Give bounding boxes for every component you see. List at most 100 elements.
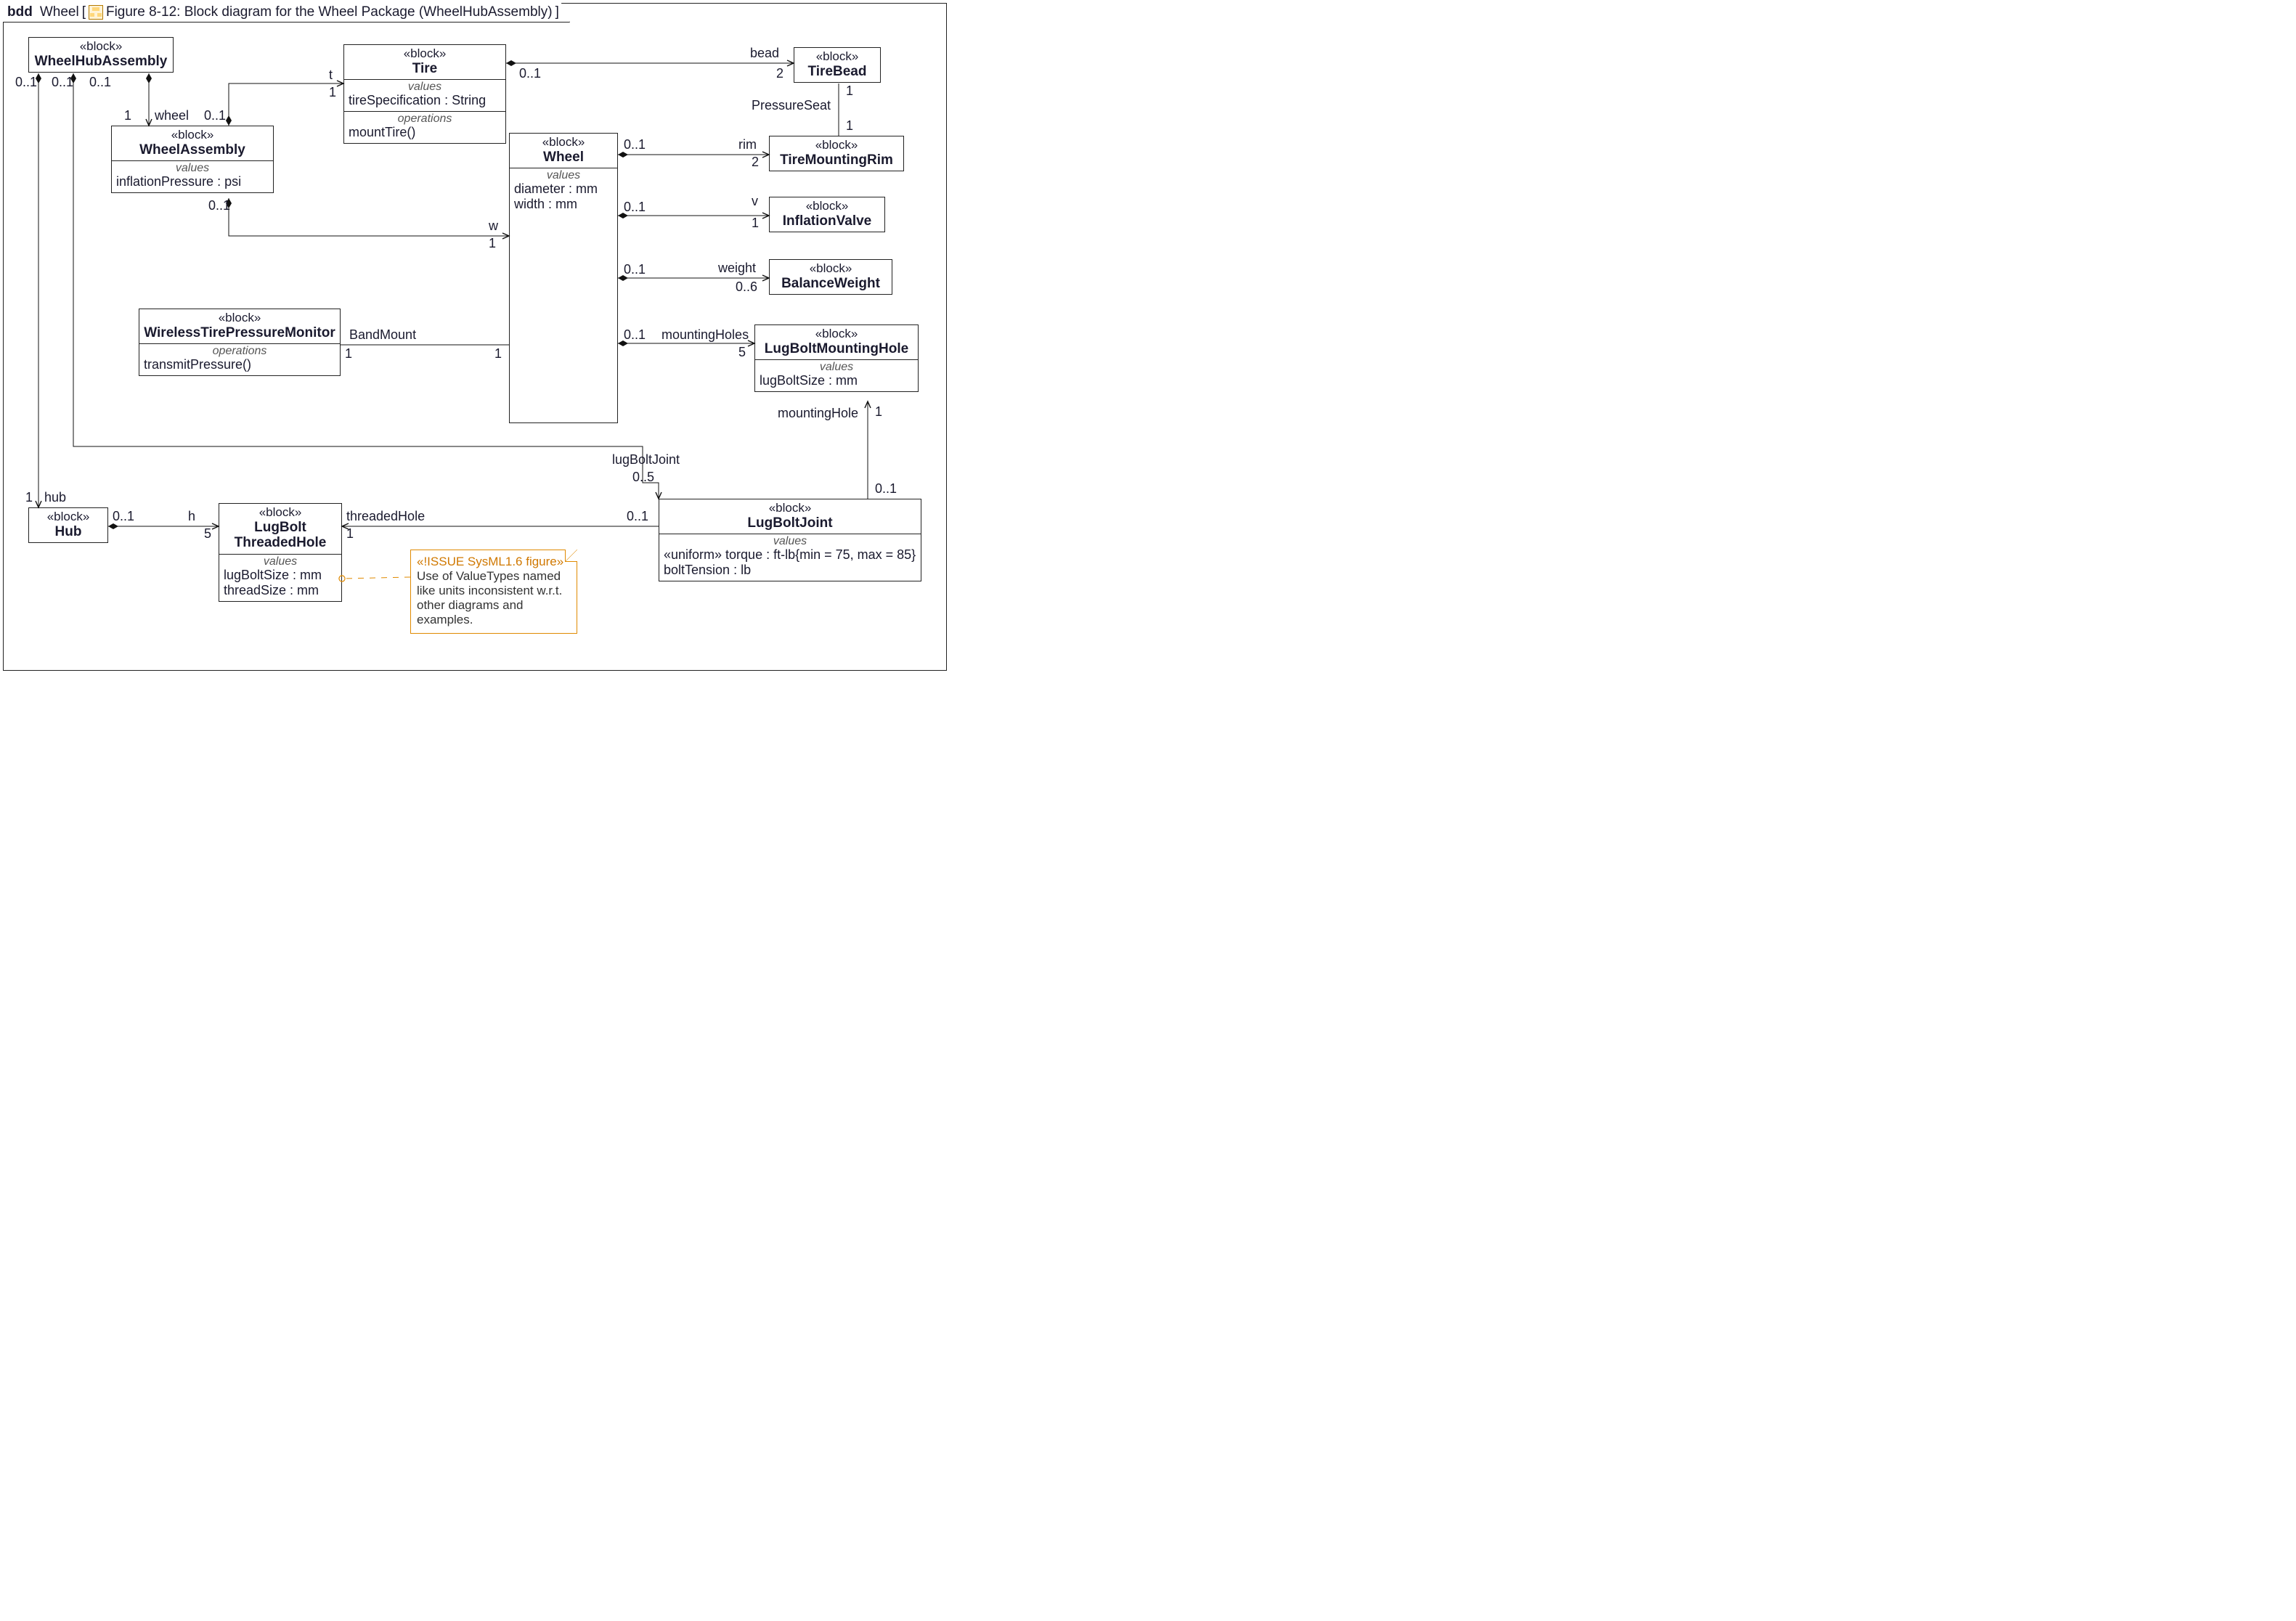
value-row: width : mm xyxy=(514,197,613,212)
role: t xyxy=(329,68,333,83)
frame-package: Wheel xyxy=(40,4,79,20)
mult: 1 xyxy=(329,85,336,100)
role: hub xyxy=(44,490,66,505)
block-name: WheelHubAssembly xyxy=(33,54,168,70)
mult: 1 xyxy=(752,216,759,231)
mult: 0..5 xyxy=(632,470,654,485)
mult: 0..1 xyxy=(624,262,646,277)
block-wheelassembly: «block» WheelAssembly values inflationPr… xyxy=(111,126,274,193)
mult: 0..1 xyxy=(52,75,73,90)
mult: 0..1 xyxy=(624,200,646,215)
role: mountingHoles xyxy=(661,327,749,343)
bdd-frame: bdd Wheel [ Figure 8-12: Block diagram f… xyxy=(3,3,947,671)
operation-row: transmitPressure() xyxy=(144,357,335,372)
compartment-label: values xyxy=(349,81,501,93)
mult: 0..1 xyxy=(519,66,541,81)
block-name: LugBoltMountingHole xyxy=(760,341,913,357)
mult: 0..1 xyxy=(875,481,897,497)
role: threadedHole xyxy=(346,509,425,524)
role: mountingHole xyxy=(778,406,858,421)
stereo: «block» xyxy=(33,39,168,54)
role: bead xyxy=(750,46,779,61)
mult: 0..1 xyxy=(624,137,646,152)
stereo: «block» xyxy=(760,327,913,341)
value-row: boltTension : lb xyxy=(664,563,916,578)
block-lugboltjoint: «block» LugBoltJoint values «uniform» to… xyxy=(659,499,921,581)
assoc-name: PressureSeat xyxy=(752,98,831,113)
assoc-name: BandMount xyxy=(349,327,416,343)
block-name: Hub xyxy=(33,524,103,540)
mult: 2 xyxy=(752,155,759,170)
stereo: «block» xyxy=(116,128,269,142)
mult: 1 xyxy=(346,526,354,542)
mult: 1 xyxy=(345,346,352,362)
note-body: Use of ValueTypes named like units incon… xyxy=(417,569,571,627)
block-tiremountingrim: «block» TireMountingRim xyxy=(769,136,904,171)
stereo: «block» xyxy=(349,46,501,61)
role: rim xyxy=(738,137,757,152)
compartment-label: values xyxy=(514,170,613,181)
role: weight xyxy=(718,261,756,276)
package-icon xyxy=(89,5,103,20)
compartment-label: operations xyxy=(349,113,501,125)
mult: 0..6 xyxy=(736,279,757,295)
stereo: «block» xyxy=(224,505,337,520)
compartment-label: operations xyxy=(144,346,335,357)
frame-bracket-close: ] xyxy=(555,4,559,20)
role: wheel xyxy=(155,108,189,123)
mult: 1 xyxy=(494,346,502,362)
block-lugboltmountinghole: «block» LugBoltMountingHole values lugBo… xyxy=(754,324,919,392)
compartment-label: values xyxy=(760,362,913,373)
block-name: InflationValve xyxy=(774,213,880,229)
block-name: Wheel xyxy=(514,150,613,166)
compartment-label: values xyxy=(116,163,269,174)
mult: 1 xyxy=(489,236,496,251)
value-row: diameter : mm xyxy=(514,181,613,197)
block-hub: «block» Hub xyxy=(28,507,108,543)
value-row: lugBoltSize : mm xyxy=(224,568,337,583)
stereo: «block» xyxy=(514,135,613,150)
compartment-label: values xyxy=(664,536,916,547)
block-inflationvalve: «block» InflationValve xyxy=(769,197,885,232)
value-row: threadSize : mm xyxy=(224,583,337,598)
block-wheelhubassembly: «block» WheelHubAssembly xyxy=(28,37,174,73)
issue-note: «!ISSUE SysML1.6 figure» Use of ValueTyp… xyxy=(410,550,577,634)
role: lugBoltJoint xyxy=(612,452,680,467)
frame-header: bdd Wheel [ Figure 8-12: Block diagram f… xyxy=(3,3,570,23)
stereo: «block» xyxy=(774,199,880,213)
value-row: lugBoltSize : mm xyxy=(760,373,913,388)
role: v xyxy=(752,194,758,209)
mult: 0..1 xyxy=(89,75,111,90)
mult: 1 xyxy=(124,108,131,123)
role: w xyxy=(489,219,498,234)
block-lugboltthreadedhole: «block» LugBolt ThreadedHole values lugB… xyxy=(219,503,342,602)
block-name: TireMountingRim xyxy=(774,152,899,168)
stereo: «block» xyxy=(664,501,916,515)
note-corner-icon xyxy=(565,550,577,562)
mult: 0..1 xyxy=(627,509,648,524)
mult: 5 xyxy=(738,345,746,360)
mult: 0..1 xyxy=(15,75,37,90)
value-row: «uniform» torque : ft-lb{min = 75, max =… xyxy=(664,547,916,563)
mult: 0..1 xyxy=(624,327,646,343)
block-name: BalanceWeight xyxy=(774,276,887,292)
operation-row: mountTire() xyxy=(349,125,501,140)
stereo: «block» xyxy=(799,49,876,64)
mult: 1 xyxy=(875,404,882,420)
mult: 0..1 xyxy=(208,198,230,213)
mult: 0..1 xyxy=(113,509,134,524)
mult: 5 xyxy=(204,526,211,542)
stereo: «block» xyxy=(33,510,103,524)
block-name: LugBolt ThreadedHole xyxy=(224,520,337,552)
role: h xyxy=(188,509,195,524)
stereo: «block» xyxy=(144,311,335,325)
frame-bracket-open: [ xyxy=(82,4,86,20)
stereo: «block» xyxy=(774,138,899,152)
stereo: «block» xyxy=(774,261,887,276)
block-name: LugBoltJoint xyxy=(664,515,916,531)
compartment-label: values xyxy=(224,556,337,568)
mult: 2 xyxy=(776,66,783,81)
mult: 1 xyxy=(25,490,33,505)
block-name: WheelAssembly xyxy=(116,142,269,158)
block-name: WirelessTirePressureMonitor xyxy=(144,325,335,341)
